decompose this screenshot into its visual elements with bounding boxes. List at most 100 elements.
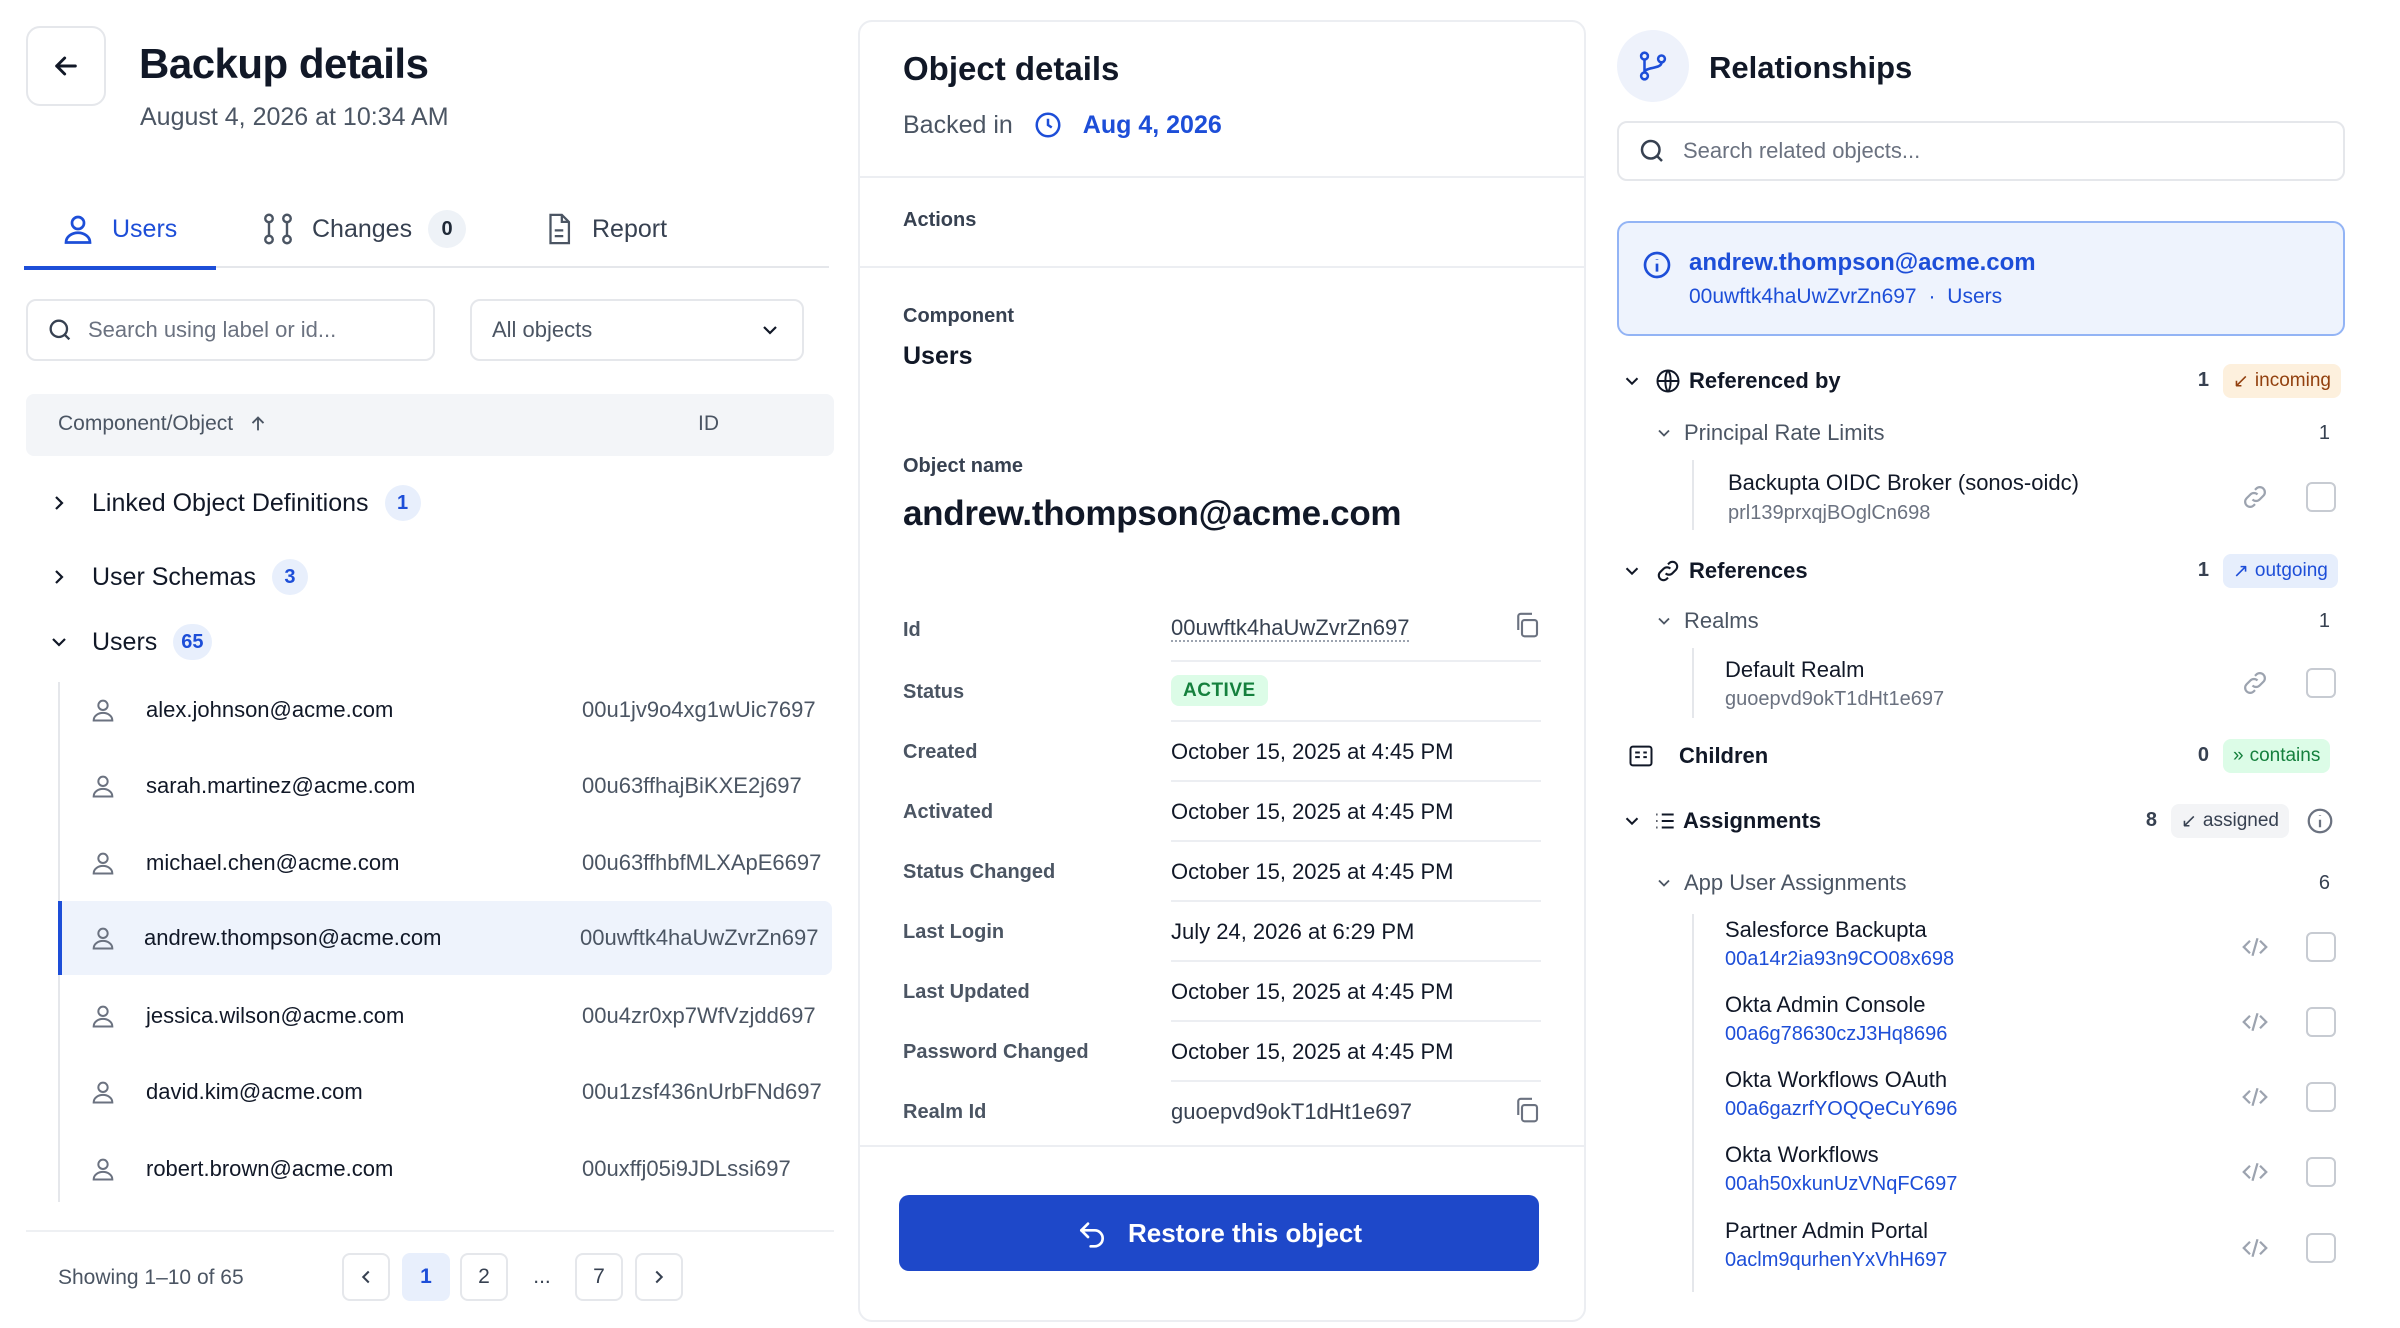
table-row-selected[interactable]: andrew.thompson@acme.com 00uwftk4haUwZvr… (58, 901, 832, 975)
table-header: Component/Object ID (26, 394, 834, 456)
subsection-label: App User Assignments (1684, 870, 1907, 895)
page-2-button[interactable]: 2 (460, 1253, 508, 1301)
related-item-checkbox[interactable] (2306, 482, 2336, 512)
code-button[interactable] (2240, 1007, 2270, 1037)
group-user-schemas[interactable]: User Schemas 3 (26, 549, 826, 605)
chevron-down-icon (763, 326, 777, 335)
divider (1171, 1020, 1541, 1022)
related-item-checkbox[interactable] (2306, 1007, 2336, 1037)
code-button[interactable] (2240, 932, 2270, 962)
table-row[interactable]: michael.chen@acme.com 00u63ffhbfMLXApE66… (60, 826, 834, 900)
group-label: User Schemas (92, 562, 256, 591)
section-references[interactable]: References 1 ↗ outgoing (1617, 549, 2345, 593)
column-id-header[interactable]: ID (698, 412, 719, 436)
prev-page-button[interactable] (342, 1253, 390, 1301)
subsection-realms[interactable]: Realms 1 (1644, 601, 2334, 641)
column-component-header[interactable]: Component/Object (58, 412, 269, 436)
relationships-icon-badge (1617, 30, 1689, 102)
list-icon (1656, 813, 1674, 829)
code-icon (2242, 1162, 2268, 1182)
group-users[interactable]: Users 65 (26, 614, 826, 670)
page-7-button[interactable]: 7 (575, 1253, 623, 1301)
related-item-checkbox[interactable] (2306, 932, 2336, 962)
field-last-updated-value: October 15, 2025 at 4:45 PM (1171, 979, 1454, 1004)
chevron-down-icon (1658, 429, 1670, 437)
copy-realm-id-button[interactable] (1512, 1095, 1542, 1125)
document-icon (549, 213, 571, 245)
link-button[interactable] (2240, 668, 2270, 698)
object-filter-select[interactable]: All objects (470, 299, 804, 361)
section-referenced-by[interactable]: Referenced by 1 ↙ incoming (1617, 359, 2345, 403)
related-item-name[interactable]: Backupta OIDC Broker (sonos-oidc) (1728, 470, 2079, 496)
restore-object-button[interactable]: Restore this object (899, 1195, 1539, 1271)
info-button[interactable] (2305, 806, 2335, 836)
related-search-placeholder: Search related objects... (1683, 138, 1921, 163)
code-icon (2242, 937, 2268, 957)
divider (1171, 840, 1541, 842)
code-button[interactable] (2240, 1233, 2270, 1263)
section-children[interactable]: Children 0 » contains (1617, 734, 2345, 778)
table-row[interactable]: jessica.wilson@acme.com 00u4zr0xp7WfVzjd… (60, 979, 834, 1053)
info-icon (1643, 251, 1671, 279)
tree-guide (1692, 914, 1694, 1292)
status-badge: ACTIVE (1171, 675, 1268, 706)
object-name-label: Object name (903, 455, 1024, 477)
link-icon (2244, 672, 2266, 694)
table-row[interactable]: david.kim@acme.com 00u1zsf436nUrbFNd697 (60, 1055, 834, 1129)
page-title: Backup details (139, 40, 429, 87)
arrow-down-left-icon: ↙ (2181, 810, 2197, 832)
user-id: 00u63ffhbfMLXApE6697 (582, 850, 822, 875)
user-email: david.kim@acme.com (146, 1079, 363, 1104)
related-item-checkbox[interactable] (2306, 1082, 2336, 1112)
related-item-checkbox[interactable] (2306, 1157, 2336, 1187)
related-item-name[interactable]: Okta Workflows OAuth (1725, 1067, 1947, 1093)
arrow-up-right-icon: ↗ (2233, 560, 2249, 582)
related-item-id: 0aclm9qurhenYxVhH697 (1725, 1249, 1948, 1271)
divider (1171, 960, 1541, 962)
field-created-label: Created (903, 741, 978, 763)
copy-icon (1517, 1097, 1539, 1123)
related-item-name[interactable]: Salesforce Backupta (1725, 917, 1927, 943)
user-id: 00uxffj05i9JDLssi697 (582, 1156, 791, 1181)
search-input[interactable]: Search using label or id... (26, 299, 435, 361)
related-item-name[interactable]: Okta Admin Console (1725, 992, 1926, 1018)
tab-changes[interactable]: Changes 0 (260, 190, 467, 268)
table-row[interactable]: robert.brown@acme.com 00uxffj05i9JDLssi6… (60, 1132, 834, 1206)
group-linked-object-definitions[interactable]: Linked Object Definitions 1 (26, 475, 826, 531)
subsection-app-user-assignments[interactable]: App User Assignments 6 (1644, 863, 2334, 903)
related-search-input[interactable]: Search related objects... (1617, 121, 2345, 181)
related-item-name[interactable]: Partner Admin Portal (1725, 1218, 1928, 1244)
back-button[interactable] (26, 26, 106, 106)
page-1-button[interactable]: 1 (402, 1253, 450, 1301)
user-id: 00u63ffhajBiKXE2j697 (582, 773, 802, 798)
field-realm-id-value[interactable]: guoepvd9okT1dHt1e697 (1171, 1099, 1412, 1125)
subsection-principal-rate-limits[interactable]: Principal Rate Limits 1 (1644, 413, 2334, 453)
related-item-checkbox[interactable] (2306, 1233, 2336, 1263)
user-email: andrew.thompson@acme.com (144, 925, 442, 950)
field-id-value[interactable]: 00uwftk4haUwZvrZn697 (1171, 615, 1410, 642)
next-page-button[interactable] (635, 1253, 683, 1301)
pagination-summary: Showing 1–10 of 65 (58, 1266, 244, 1289)
divider (1171, 900, 1541, 902)
copy-id-button[interactable] (1512, 610, 1542, 640)
user-email: robert.brown@acme.com (146, 1156, 394, 1181)
related-item-id: guoepvd9okT1dHt1e697 (1725, 688, 1945, 710)
code-button[interactable] (2240, 1157, 2270, 1187)
section-assignments[interactable]: Assignments 8 ↙ assigned (1617, 799, 2345, 843)
related-item-checkbox[interactable] (2306, 668, 2336, 698)
field-status-changed-label: Status Changed (903, 861, 1056, 883)
code-button[interactable] (2240, 1082, 2270, 1112)
section-count: 0 (2197, 744, 2209, 766)
table-row[interactable]: sarah.martinez@acme.com 00u63ffhajBiKXE2… (60, 749, 834, 823)
subsection-count: 1 (2318, 610, 2330, 632)
related-item-name[interactable]: Okta Workflows (1725, 1142, 1879, 1168)
tab-users[interactable]: Users (24, 190, 216, 270)
user-icon (92, 852, 114, 875)
group-label: Linked Object Definitions (92, 488, 369, 517)
tab-report[interactable]: Report (542, 190, 667, 268)
related-item-name[interactable]: Default Realm (1725, 657, 1864, 683)
tab-changes-count: 0 (428, 210, 467, 248)
user-icon (92, 1158, 114, 1181)
link-button[interactable] (2240, 482, 2270, 512)
table-row[interactable]: alex.johnson@acme.com 00u1jv9o4xg1wUic76… (60, 673, 834, 747)
